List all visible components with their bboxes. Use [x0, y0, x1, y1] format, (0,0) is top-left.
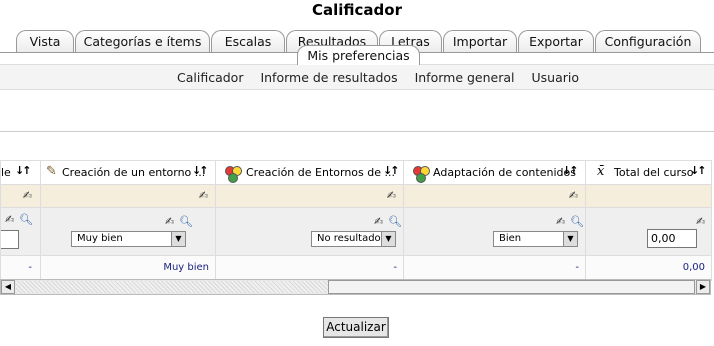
scroll-left-icon[interactable]: ◀	[1, 280, 15, 294]
average-value: -	[28, 262, 32, 273]
tab-mis-preferencias[interactable]: Mis preferencias	[297, 45, 420, 65]
edit-pencil-icon[interactable]: ✍	[5, 213, 14, 226]
sort-arrows-icon[interactable]: ↓↑	[15, 164, 32, 177]
edit-pencil-icon[interactable]: ✍	[374, 215, 383, 228]
column-header: Creación de Entornos de ... ↓↑	[215, 160, 404, 185]
tab-importar[interactable]: Importar	[443, 30, 517, 52]
average-value: -	[393, 262, 397, 273]
chevron-down-icon: ▼	[381, 232, 395, 246]
tab-escalas[interactable]: Escalas	[211, 30, 285, 52]
average-value: -	[575, 262, 579, 273]
magnifier-icon[interactable]: 🔍︎	[179, 215, 193, 228]
sort-arrows-icon[interactable]: ↓↑	[562, 164, 579, 177]
column-header: Adaptación de contenidos ↓↑	[403, 160, 586, 185]
subnav-calificador[interactable]: Calificador	[177, 70, 243, 85]
magnifier-icon[interactable]: 🔍︎	[388, 215, 402, 228]
edit-pencil-icon[interactable]: ✍	[556, 215, 565, 228]
sort-arrows-icon[interactable]: ↓↑	[383, 164, 400, 177]
column-header: ✎ Creación de un entorno ... ↓↑	[40, 160, 216, 185]
grade-select[interactable]: Muy bien ▼	[71, 231, 186, 247]
outcome-icon	[413, 166, 430, 183]
subnav-informe-resultados[interactable]: Informe de resultados	[260, 70, 397, 85]
edit-pencil-icon[interactable]: ✍	[569, 189, 578, 202]
chevron-down-icon: ▼	[563, 232, 577, 246]
scrollbar-thumb[interactable]	[328, 280, 695, 294]
subnav-usuario[interactable]: Usuario	[532, 70, 580, 85]
sub-navigation: Calificador Informe de resultados Inform…	[0, 64, 714, 90]
average-value: Muy bien	[163, 262, 209, 273]
magnifier-icon[interactable]: 🔍︎	[570, 215, 584, 228]
grade-input[interactable]	[1, 230, 19, 249]
column-header: le ↓↑	[0, 160, 41, 185]
column-header: x̄ Total del curso ↓↑	[585, 160, 712, 185]
edit-pencil-icon[interactable]: ✍	[23, 189, 32, 202]
mean-symbol-icon: x̄	[597, 164, 605, 179]
subnav-informe-general[interactable]: Informe general	[415, 70, 515, 85]
average-value: 0,00	[682, 262, 705, 273]
grade-select[interactable]: Bien ▼	[493, 231, 578, 247]
horizontal-scrollbar[interactable]: ◀ ▶	[0, 279, 711, 295]
sort-arrows-icon[interactable]: ↓↑	[192, 164, 209, 177]
total-grade-input[interactable]: 0,00	[647, 229, 697, 248]
grade-select[interactable]: No resultado ▼	[311, 231, 396, 247]
tab-exportar[interactable]: Exportar	[518, 30, 594, 52]
page-title: Calificador	[312, 1, 402, 19]
edit-pencil-icon[interactable]: ✍	[696, 215, 705, 228]
quiz-icon: ✎	[46, 164, 57, 179]
sort-arrows-icon[interactable]: ↓↑	[690, 164, 707, 177]
tab-configuracion[interactable]: Configuración	[595, 30, 701, 52]
tab-categorias[interactable]: Categorías e ítems	[75, 30, 210, 52]
chevron-down-icon: ▼	[171, 232, 185, 246]
update-button[interactable]: Actualizar	[323, 317, 389, 338]
edit-pencil-icon[interactable]: ✍	[165, 215, 174, 228]
scroll-right-icon[interactable]: ▶	[696, 280, 710, 294]
scrollbar-track[interactable]	[16, 281, 328, 293]
grader-table: le ↓↑ ✎ Creación de un entorno ... ↓↑ Cr…	[0, 160, 712, 281]
outcome-icon	[225, 166, 242, 183]
edit-pencil-icon[interactable]: ✍	[387, 189, 396, 202]
tab-vista[interactable]: Vista	[16, 30, 74, 52]
magnifier-icon[interactable]: 🔍︎	[19, 213, 33, 226]
edit-pencil-icon[interactable]: ✍	[199, 189, 208, 202]
